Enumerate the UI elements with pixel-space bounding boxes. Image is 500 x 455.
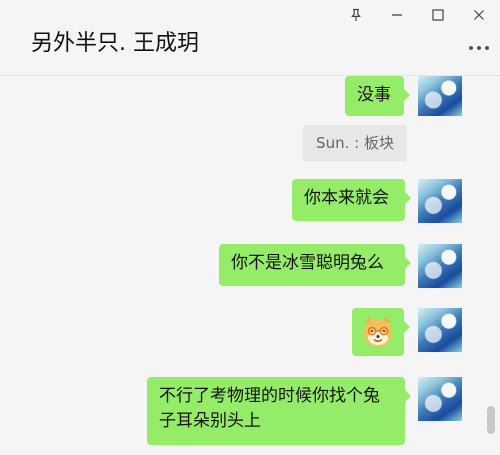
more-options-button[interactable]	[468, 38, 490, 58]
avatar[interactable]	[418, 76, 462, 116]
pin-icon	[351, 8, 361, 21]
message-bubble[interactable]: 不行了考物理的时候你找个兔 子耳朵别头上	[147, 377, 411, 445]
avatar[interactable]	[418, 179, 462, 223]
avatar[interactable]	[418, 308, 462, 352]
avatar[interactable]	[418, 244, 462, 288]
message-text: 你不是冰雪聪明兔么	[231, 253, 384, 273]
message-area[interactable]: 没事 Sun. : 板块 你本来就会 你不是冰雪聪明兔么 不行了考物理的时候你找…	[0, 76, 500, 455]
close-icon	[474, 10, 484, 20]
avatar[interactable]	[418, 377, 462, 421]
message-bubble[interactable]: 你不是冰雪聪明兔么	[219, 244, 411, 286]
more-icon	[469, 46, 489, 50]
dog-emoji-icon	[364, 316, 392, 347]
pin-button[interactable]	[344, 3, 368, 27]
maximize-button[interactable]	[426, 3, 450, 27]
message-text-line: 子耳朵别头上	[159, 411, 261, 431]
scrollbar-thumb[interactable]	[487, 406, 495, 434]
minimize-icon	[392, 14, 402, 16]
message-bubble[interactable]: 没事	[345, 76, 410, 116]
maximize-icon	[432, 9, 444, 21]
chat-window: 另外半只. 王成玥 没事 Sun.: 板块 你本来就会 你不是冰雪聪明兔么 不…	[0, 0, 500, 455]
message-text-line: 不行了考物理的时候你找个兔	[159, 386, 380, 406]
message-bubble[interactable]: 你本来就会	[292, 179, 411, 221]
minimize-button[interactable]	[385, 3, 409, 27]
message-text: 没事	[357, 85, 391, 105]
message-bubble[interactable]	[352, 308, 410, 356]
system-note: Sun. : 板块	[303, 125, 407, 161]
title-bar: 另外半只. 王成玥	[0, 0, 500, 76]
chat-title: 另外半只. 王成玥	[31, 31, 199, 56]
close-button[interactable]	[467, 3, 491, 27]
message-text: 你本来就会	[304, 188, 389, 208]
